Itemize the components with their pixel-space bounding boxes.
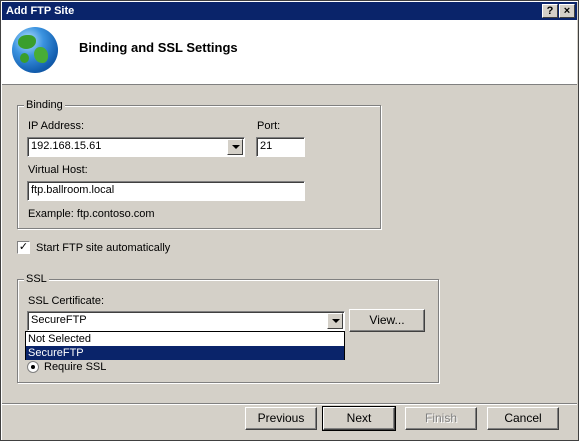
ssl-certificate-options: Not Selected SecureFTP [25, 331, 345, 360]
port-input[interactable]: 21 [256, 137, 305, 157]
next-button[interactable]: Next [322, 406, 396, 431]
globe-icon [12, 27, 58, 73]
virtual-host-input[interactable]: ftp.ballroom.local [27, 181, 305, 201]
previous-button[interactable]: Previous [245, 407, 317, 430]
window-title: Add FTP Site [6, 5, 75, 17]
title-bar: Add FTP Site ? × [2, 2, 577, 20]
require-ssl-radio[interactable] [27, 361, 39, 373]
ip-address-label: IP Address: [28, 120, 85, 132]
virtual-host-example: Example: ftp.contoso.com [28, 208, 155, 220]
port-label: Port: [257, 120, 281, 132]
binding-legend: Binding [24, 99, 65, 111]
virtual-host-label: Virtual Host: [28, 164, 88, 176]
cancel-button[interactable]: Cancel [487, 407, 559, 430]
view-certificate-button[interactable]: View... [349, 309, 425, 332]
ssl-certificate-dropdown[interactable]: SecureFTP [27, 311, 345, 331]
option-secureftp[interactable]: SecureFTP [26, 346, 344, 360]
require-ssl-label: Require SSL [44, 361, 107, 373]
binding-group: Binding IP Address: 192.168.15.61 Port: … [17, 99, 381, 229]
ssl-certificate-value: SecureFTP [31, 314, 87, 326]
option-not-selected[interactable]: Not Selected [26, 332, 344, 346]
wizard-header: Binding and SSL Settings [2, 20, 577, 85]
ssl-legend: SSL [24, 273, 49, 285]
ssl-certificate-label: SSL Certificate: [28, 295, 105, 307]
chevron-down-icon[interactable] [227, 139, 243, 155]
help-button[interactable]: ? [542, 4, 558, 18]
ip-address-dropdown[interactable]: 192.168.15.61 [27, 137, 245, 157]
ip-address-value: 192.168.15.61 [31, 140, 102, 152]
finish-button[interactable]: Finish [405, 407, 477, 430]
page-title: Binding and SSL Settings [79, 40, 238, 55]
footer-divider [2, 403, 577, 405]
dialog-window: Add FTP Site ? × Binding and SSL Setting… [0, 0, 579, 441]
start-automatically-checkbox[interactable]: ✓ [17, 241, 30, 254]
start-automatically-label: Start FTP site automatically [36, 242, 171, 254]
chevron-down-icon[interactable] [327, 313, 343, 329]
close-button[interactable]: × [559, 4, 575, 18]
